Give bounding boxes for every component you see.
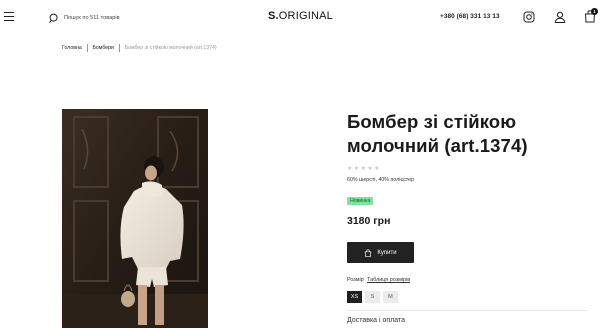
- breadcrumb: Головна Бомбери Бомбер зі стійкою молочн…: [62, 44, 217, 52]
- size-selector: XS S M: [347, 291, 398, 303]
- user-icon[interactable]: [553, 10, 567, 24]
- search-icon: [49, 13, 58, 23]
- star-icon[interactable]: ★: [347, 166, 352, 172]
- star-icon[interactable]: ★: [367, 166, 372, 172]
- phone-number[interactable]: +380 (68) 331 13 13: [440, 13, 500, 20]
- search-field[interactable]: Пошук по 511 товарів: [49, 10, 120, 26]
- size-option-s[interactable]: S: [365, 291, 380, 303]
- rating-stars[interactable]: ★ ★ ★ ★ ★: [347, 166, 380, 172]
- divider: [347, 310, 587, 311]
- new-badge: Новинка: [347, 197, 374, 205]
- instagram-icon[interactable]: [522, 10, 536, 24]
- breadcrumb-category[interactable]: Бомбери: [93, 45, 114, 51]
- star-icon[interactable]: ★: [374, 166, 379, 172]
- breadcrumb-separator: [118, 44, 120, 52]
- size-label-row: Розмір Таблиця розмірів: [347, 277, 410, 283]
- cart-count-badge: 1: [591, 8, 598, 15]
- breadcrumb-home[interactable]: Головна: [62, 45, 82, 51]
- size-option-xs[interactable]: XS: [347, 291, 362, 303]
- star-icon[interactable]: ★: [354, 166, 359, 172]
- menu-icon[interactable]: [4, 12, 14, 21]
- delivery-and-payment-toggle[interactable]: Доставка і оплата: [347, 317, 405, 324]
- star-icon[interactable]: ★: [361, 166, 366, 172]
- size-label: Розмір: [347, 277, 364, 283]
- buy-button[interactable]: Купити: [347, 242, 414, 263]
- product-composition: 60% шерсті, 40% полієстер: [347, 177, 415, 183]
- product-price: 3180 грн: [347, 215, 391, 227]
- size-option-m[interactable]: M: [383, 291, 398, 303]
- breadcrumb-current: Бомбер зі стійкою молочний (art.1374): [124, 45, 217, 51]
- product-image[interactable]: [62, 109, 208, 328]
- shopping-bag-icon: [365, 248, 372, 257]
- breadcrumb-separator: [86, 44, 88, 52]
- site-logo[interactable]: S.ORIGINAL: [268, 10, 333, 22]
- search-input[interactable]: Пошук по 511 товарів: [64, 15, 120, 21]
- product-title: Бомбер зі стійкою молочний (art.1374): [347, 111, 528, 156]
- site-header: Пошук по 511 товарів S.ORIGINAL +380 (68…: [0, 0, 600, 36]
- cart-button[interactable]: 1: [583, 8, 598, 23]
- size-table-link[interactable]: Таблиця розмірів: [367, 277, 410, 283]
- buy-button-label: Купити: [377, 249, 397, 256]
